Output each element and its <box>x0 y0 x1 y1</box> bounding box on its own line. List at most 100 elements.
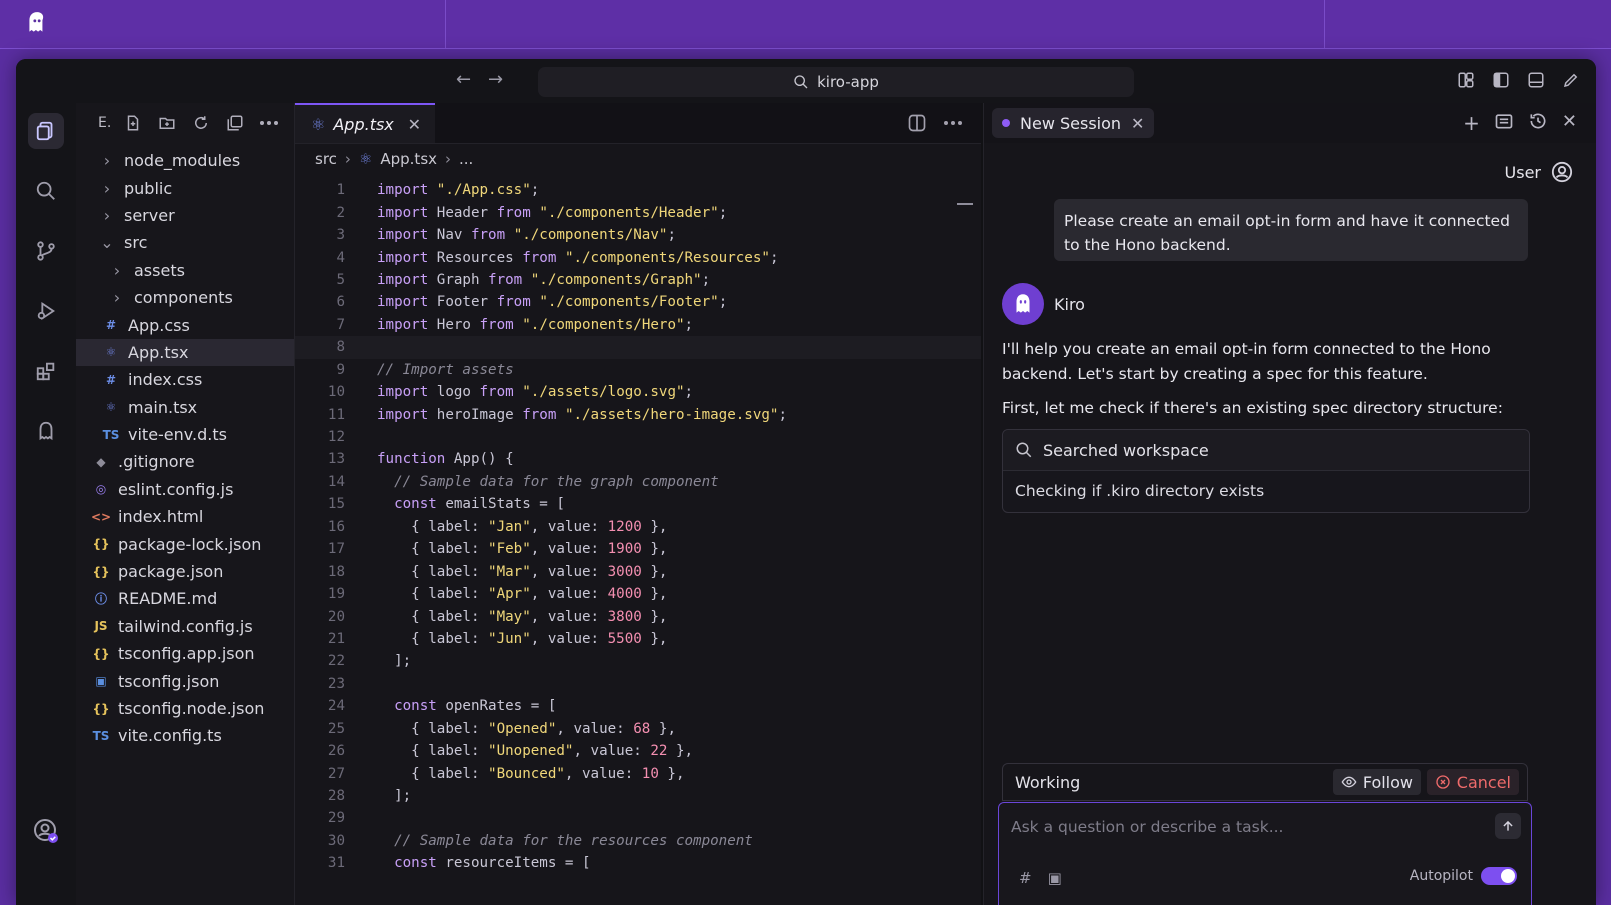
tree-folder[interactable]: › components <box>76 284 294 311</box>
more-options-icon[interactable] <box>257 111 281 135</box>
command-search[interactable]: kiro-app <box>538 67 1134 97</box>
back-arrow-icon[interactable]: ← <box>456 69 471 90</box>
edit-icon[interactable] <box>1560 69 1582 91</box>
autopilot-control[interactable]: Autopilot <box>1410 867 1517 885</box>
code-line[interactable]: 19 { label: "Apr", value: 4000 }, <box>295 583 981 605</box>
tree-file[interactable]: {} tsconfig.app.json <box>76 640 294 667</box>
code-line[interactable]: 3 import Nav from "./components/Nav"; <box>295 224 981 246</box>
code-line[interactable]: 17 { label: "Feb", value: 1900 }, <box>295 538 981 560</box>
code-line[interactable]: 26 { label: "Unopened", value: 22 }, <box>295 740 981 762</box>
tab-app-tsx[interactable]: ⚛ App.tsx ✕ <box>295 103 435 143</box>
code-line[interactable]: 18 { label: "Mar", value: 3000 }, <box>295 560 981 582</box>
tab-new-session[interactable]: New Session ✕ <box>992 108 1155 138</box>
tree-item-label: tailwind.config.js <box>118 616 253 636</box>
toggle-panel-icon[interactable] <box>1525 69 1547 91</box>
kiro-activity[interactable] <box>28 413 64 449</box>
send-button[interactable] <box>1495 813 1521 839</box>
code-line[interactable]: 16 { label: "Jan", value: 1200 }, <box>295 516 981 538</box>
tree-file[interactable]: {} package.json <box>76 558 294 585</box>
breadcrumb-file[interactable]: App.tsx <box>380 150 437 168</box>
tree-file[interactable]: TS vite.config.ts <box>76 722 294 749</box>
tree-file[interactable]: ⚛ main.tsx <box>76 394 294 421</box>
toggle-sidebar-icon[interactable] <box>1490 69 1512 91</box>
code-area[interactable]: 1 import "./App.css"; 2 import Header from … <box>295 179 981 875</box>
search-activity[interactable] <box>28 173 64 209</box>
tree-file[interactable]: <> index.html <box>76 503 294 530</box>
tree-folder[interactable]: › public <box>76 174 294 201</box>
tree-folder[interactable]: › node_modules <box>76 147 294 174</box>
tree-file[interactable]: ⓘ README.md <box>76 585 294 612</box>
source-control-activity[interactable] <box>28 233 64 269</box>
code-line[interactable]: 13 function App() { <box>295 448 981 470</box>
tree-file[interactable]: TS vite-env.d.ts <box>76 421 294 448</box>
tree-file[interactable]: ◎ eslint.config.js <box>76 476 294 503</box>
tree-file[interactable]: {} tsconfig.node.json <box>76 695 294 722</box>
code-line[interactable]: 23 <box>295 673 981 695</box>
forward-arrow-icon[interactable]: → <box>488 69 503 90</box>
tree-file[interactable]: ⚛ App.tsx <box>76 338 294 367</box>
breadcrumb-folder[interactable]: src <box>315 150 337 168</box>
code-line[interactable]: 21 { label: "Jun", value: 5500 }, <box>295 628 981 650</box>
code-line[interactable]: 20 { label: "May", value: 3800 }, <box>295 605 981 627</box>
code-line[interactable]: 25 { label: "Opened", value: 68 }, <box>295 718 981 740</box>
new-session-icon[interactable]: + <box>1463 111 1480 135</box>
debug-activity[interactable] <box>28 293 64 329</box>
editor-more-icon[interactable] <box>943 113 963 137</box>
session-list-icon[interactable] <box>1494 111 1514 135</box>
cancel-button[interactable]: Cancel <box>1426 769 1519 795</box>
hash-icon[interactable]: # <box>1019 869 1032 887</box>
code-line[interactable]: 2 import Header from "./components/Header… <box>295 201 981 223</box>
line-number: 12 <box>327 429 345 446</box>
code-line[interactable]: 7 import Hero from "./components/Hero"; <box>295 314 981 336</box>
close-panel-icon[interactable]: ✕ <box>1562 111 1577 135</box>
image-icon[interactable]: ▣ <box>1048 869 1062 887</box>
code-line[interactable]: 15 const emailStats = [ <box>295 493 981 515</box>
code-line[interactable]: 28 ]; <box>295 785 981 807</box>
history-icon[interactable] <box>1528 111 1548 135</box>
code-line[interactable]: 1 import "./App.css"; <box>295 179 981 201</box>
tree-folder[interactable]: › server <box>76 202 294 229</box>
new-file-icon[interactable] <box>121 111 145 135</box>
explorer-activity[interactable] <box>28 113 64 149</box>
layout-icon[interactable] <box>1455 69 1477 91</box>
code-line[interactable]: 24 const openRates = [ <box>295 695 981 717</box>
new-folder-icon[interactable] <box>155 111 179 135</box>
split-editor-icon[interactable] <box>907 113 927 137</box>
tree-file[interactable]: {} package-lock.json <box>76 530 294 557</box>
close-tab-icon[interactable]: ✕ <box>408 115 421 134</box>
code-line[interactable]: 22 ]; <box>295 650 981 672</box>
code-line[interactable]: 8 <box>295 336 981 359</box>
tree-folder[interactable]: ⌄ src <box>76 229 294 256</box>
tree-file[interactable]: JS tailwind.config.js <box>76 613 294 640</box>
code-line[interactable]: 27 { label: "Bounced", value: 10 }, <box>295 762 981 784</box>
tree-file[interactable]: ◆ .gitignore <box>76 448 294 475</box>
tree-folder[interactable]: › assets <box>76 257 294 284</box>
code-line[interactable]: 11 import heroImage from "./assets/hero-i… <box>295 403 981 425</box>
code-line[interactable]: 5 import Graph from "./components/Graph"; <box>295 269 981 291</box>
code-line[interactable]: 9 // Import assets <box>295 359 981 381</box>
follow-button[interactable]: Follow <box>1332 769 1421 795</box>
code-line[interactable]: 14 // Sample data for the graph componen… <box>295 471 981 493</box>
account-activity[interactable] <box>28 813 64 849</box>
code-line[interactable]: 4 import Resources from "./components/Res… <box>295 246 981 268</box>
line-number: 26 <box>327 743 345 760</box>
chat-input[interactable] <box>1009 813 1473 841</box>
extensions-activity[interactable] <box>28 353 64 389</box>
chevron-down-icon: ⌄ <box>100 233 114 253</box>
code-line[interactable]: 29 <box>295 807 981 829</box>
close-session-icon[interactable]: ✕ <box>1131 114 1144 133</box>
tree-file[interactable]: ▣ tsconfig.json <box>76 667 294 694</box>
code-line[interactable]: 30 // Sample data for the resources comp… <box>295 830 981 852</box>
collapse-all-icon[interactable] <box>223 111 247 135</box>
tool-call-card[interactable]: Searched workspace Checking if .kiro dir… <box>1002 429 1530 513</box>
breadcrumb-more[interactable]: ... <box>459 150 473 168</box>
code-line[interactable]: 12 <box>295 426 981 448</box>
autopilot-toggle[interactable] <box>1481 867 1517 885</box>
refresh-icon[interactable] <box>189 111 213 135</box>
tree-file[interactable]: # index.css <box>76 366 294 393</box>
tree-file[interactable]: # App.css <box>76 311 294 338</box>
scroll-indicator[interactable] <box>957 203 973 205</box>
code-line[interactable]: 10 import logo from "./assets/logo.svg"; <box>295 381 981 403</box>
code-line[interactable]: 6 import Footer from "./components/Footer… <box>295 291 981 313</box>
code-line[interactable]: 31 const resourceItems = [ <box>295 852 981 874</box>
